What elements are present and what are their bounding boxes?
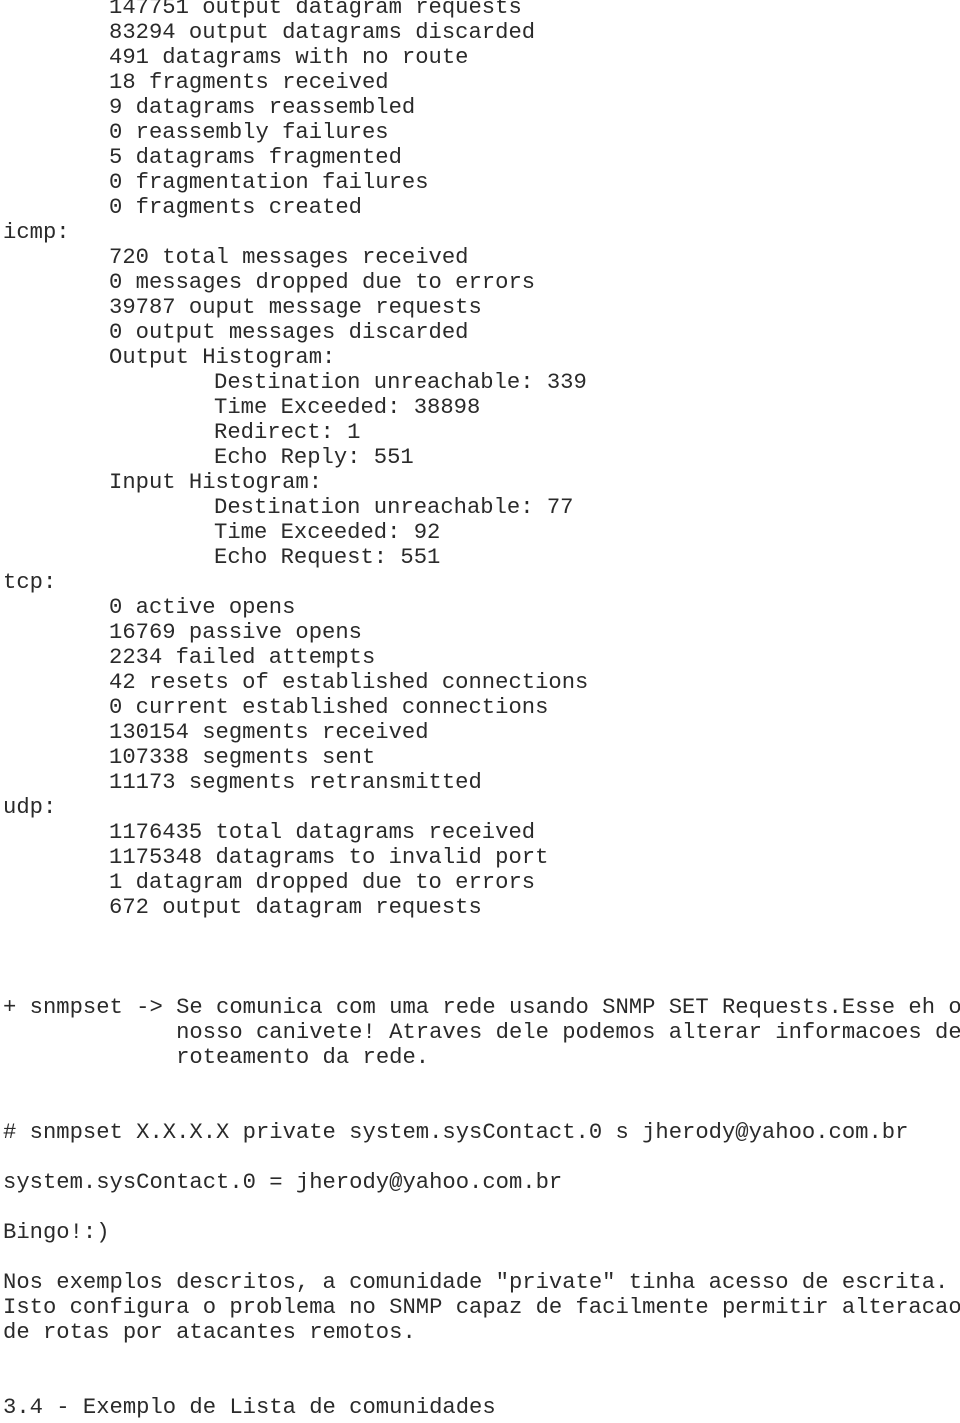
histogram-item: Echo Reply: 551 <box>214 445 414 470</box>
stat-line: 0 messages dropped due to errors <box>109 270 536 295</box>
stat-line: 2234 failed attempts <box>109 645 376 670</box>
histogram-item: Echo Request: 551 <box>214 545 441 570</box>
section-label-udp: udp: <box>3 795 57 820</box>
description-line: Se comunica com uma rede usando SNMP SET… <box>176 995 960 1020</box>
stat-line: 0 fragments created <box>109 195 362 220</box>
stat-line: 147751 output datagram requests <box>109 0 522 20</box>
stat-line: 1175348 datagrams to invalid port <box>109 845 549 870</box>
stat-line: 5 datagrams fragmented <box>109 145 402 170</box>
input-histogram-label: Input Histogram: <box>109 470 323 495</box>
stat-line: 39787 ouput message requests <box>109 295 482 320</box>
description-line: roteamento da rede. <box>176 1045 430 1070</box>
stat-line: 107338 segments sent <box>109 745 376 770</box>
stat-line: 9 datagrams reassembled <box>109 95 416 120</box>
histogram-item: Time Exceeded: 92 <box>214 520 441 545</box>
stat-line: 0 reassembly failures <box>109 120 389 145</box>
explanation-paragraph: Nos exemplos descritos, a comunidade "pr… <box>3 1270 960 1345</box>
stat-line: 18 fragments received <box>109 70 389 95</box>
stat-line: 0 current established connections <box>109 695 549 720</box>
paragraph-line: de rotas por atacantes remotos. <box>3 1320 416 1345</box>
histogram-item: Time Exceeded: 38898 <box>214 395 481 420</box>
section-label-tcp: tcp: <box>3 570 57 595</box>
stat-line: 42 resets of established connections <box>109 670 589 695</box>
stat-line: 0 fragmentation failures <box>109 170 429 195</box>
ip-stats-tail: 147751 output datagram requests 83294 ou… <box>3 0 960 220</box>
stat-line: 130154 segments received <box>109 720 429 745</box>
stat-line: 672 output datagram requests <box>109 895 482 920</box>
stat-line: 11173 segments retransmitted <box>109 770 482 795</box>
snmpset-command: # snmpset X.X.X.X private system.sysCont… <box>3 1120 909 1145</box>
stat-line: 1 datagram dropped due to errors <box>109 870 536 895</box>
stat-line: 1176435 total datagrams received <box>109 820 536 845</box>
snmpset-bullet-lead: + snmpset -> <box>3 995 177 1020</box>
stat-line: 491 datagrams with no route <box>109 45 469 70</box>
section-label-icmp: icmp: <box>3 220 70 245</box>
stat-line: 0 output messages discarded <box>109 320 469 345</box>
document-page: 147751 output datagram requests 83294 ou… <box>3 0 960 1420</box>
stat-line: 83294 output datagrams discarded <box>109 20 536 45</box>
output-histogram-label: Output Histogram: <box>109 345 336 370</box>
histogram-item: Destination unreachable: 77 <box>214 495 574 520</box>
stat-line: 0 active opens <box>109 595 296 620</box>
section-heading: 3.4 - Exemplo de Lista de comunidades <box>3 1395 496 1420</box>
histogram-item: Redirect: 1 <box>214 420 361 445</box>
paragraph-line: Isto configura o problema no SNMP capaz … <box>3 1295 960 1320</box>
histogram-item: Destination unreachable: 339 <box>214 370 587 395</box>
stat-line: 16769 passive opens <box>109 620 362 645</box>
stat-line: 720 total messages received <box>109 245 469 270</box>
tcp-section: tcp: 0 active opens 16769 passive opens … <box>3 570 960 795</box>
udp-section: udp: 1176435 total datagrams received 11… <box>3 795 960 920</box>
icmp-section: icmp: 720 total messages received 0 mess… <box>3 220 960 570</box>
command-output: system.sysContact.0 = jherody@yahoo.com.… <box>3 1170 563 1195</box>
snmpset-description-body: Se comunica com uma rede usando SNMP SET… <box>176 995 960 1070</box>
snmpset-description: + snmpset -> Se comunica com uma rede us… <box>3 995 960 1070</box>
paragraph-line: Nos exemplos descritos, a comunidade "pr… <box>3 1270 949 1295</box>
description-line: nosso canivete! Atraves dele podemos alt… <box>176 1020 960 1045</box>
bingo-text: Bingo!:) <box>3 1220 110 1245</box>
